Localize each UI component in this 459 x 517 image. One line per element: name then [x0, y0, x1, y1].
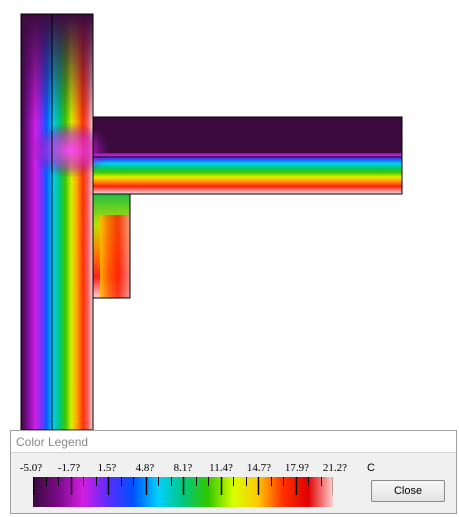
unit-label: C — [367, 462, 375, 474]
column-top-shade — [21, 14, 93, 124]
tick-label: 1.5? — [97, 462, 117, 474]
slab-top-dark — [93, 117, 402, 153]
tick-label: 14.7? — [246, 462, 272, 474]
tick-label: -5.0? — [19, 462, 43, 474]
tick-label: 21.2? — [322, 462, 348, 474]
tick-label: 8.1? — [173, 462, 193, 474]
legend-titlebar: Color Legend — [11, 431, 456, 453]
legend-title: Color Legend — [16, 435, 89, 449]
legend-color-bar — [33, 477, 333, 507]
color-legend-window: Color Legend -5.0? -1.7? 1.5? 4.8? 8.1? … — [10, 430, 457, 514]
corner-heat-glow — [30, 122, 110, 178]
tick-label: 17.9? — [284, 462, 310, 474]
close-button[interactable]: Close — [371, 480, 445, 502]
wall-chase-warm — [100, 215, 130, 298]
thermal-simulation-view — [20, 13, 403, 430]
tick-label: 11.4? — [209, 462, 233, 474]
tick-label: -1.7? — [57, 462, 81, 474]
tick-label: 4.8? — [135, 462, 155, 474]
